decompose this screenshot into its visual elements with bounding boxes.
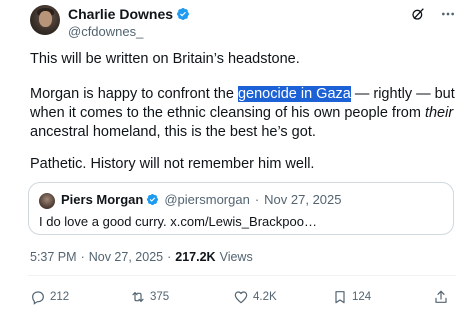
quoted-verified-badge-icon <box>147 193 159 206</box>
quoted-tweet-header: Piers Morgan @piersmorgan · Nov 27, 2025 <box>61 192 342 207</box>
repost-icon <box>132 292 144 302</box>
quoted-tweet[interactable]: Piers Morgan @piersmorgan · Nov 27, 2025… <box>28 182 454 235</box>
quoted-author-name[interactable]: Piers Morgan <box>61 192 143 207</box>
tweet-meta: 5:37 PM · Nov 27, 2025 · 217.2K Views <box>30 250 253 264</box>
reply-count: 212 <box>50 291 70 303</box>
meta-separator-2: · <box>167 250 172 264</box>
author-avatar[interactable] <box>30 5 60 35</box>
heart-icon <box>234 291 248 304</box>
tweet-date[interactable]: Nov 27, 2025 <box>89 250 163 264</box>
views-count: 217.2K <box>175 250 216 264</box>
like-button[interactable]: 4.2K <box>233 289 277 305</box>
para2-text-end: ancestral homeland, this is the best he’… <box>30 124 316 140</box>
bookmark-count: 124 <box>352 291 372 303</box>
meta-separator: · <box>80 250 85 264</box>
quoted-author-avatar[interactable] <box>39 193 55 209</box>
quoted-tweet-text: I do love a good curry. x.com/Lewis_Brac… <box>39 214 317 229</box>
tweet-time[interactable]: 5:37 PM <box>30 250 77 264</box>
author-display-name[interactable]: Charlie Downes <box>68 6 173 22</box>
share-icon <box>435 290 447 303</box>
para2-italic-word: their <box>424 105 454 121</box>
repost-button[interactable]: 375 <box>130 289 169 305</box>
tweet-card: Charlie Downes @cfdownes_ This will be w… <box>0 0 470 312</box>
tweet-paragraph-2: Morgan is happy to confront the genocide… <box>30 85 460 142</box>
slashed-circle-icon[interactable] <box>410 6 426 22</box>
more-dots-icon[interactable] <box>440 6 456 22</box>
reply-icon <box>32 291 44 305</box>
like-count: 4.2K <box>253 291 277 303</box>
author-name-row: Charlie Downes <box>68 6 190 22</box>
bookmark-button[interactable]: 124 <box>332 289 371 305</box>
tweet-paragraph-3: Pathetic. History will not remember him … <box>30 156 315 172</box>
action-bar: 212 375 4.2K 124 <box>30 289 450 307</box>
reply-button[interactable]: 212 <box>30 289 69 305</box>
avatar-face <box>39 11 52 27</box>
divider <box>28 275 456 276</box>
author-handle[interactable]: @cfdownes_ <box>68 24 143 39</box>
quoted-date[interactable]: Nov 27, 2025 <box>264 192 341 207</box>
bookmark-icon <box>335 291 345 304</box>
verified-badge-icon <box>177 8 190 20</box>
share-button[interactable] <box>433 289 449 305</box>
views-label: Views <box>219 250 253 264</box>
tweet-paragraph-1: This will be written on Britain’s headst… <box>30 51 300 67</box>
quoted-author-handle[interactable]: @piersmorgan <box>164 192 249 207</box>
repost-count: 375 <box>150 291 170 303</box>
para2-text-start: Morgan is happy to confront the <box>30 86 238 102</box>
selected-text-highlight: genocide in Gaza <box>237 86 351 102</box>
quoted-separator: · <box>254 192 260 207</box>
top-actions <box>410 6 456 22</box>
